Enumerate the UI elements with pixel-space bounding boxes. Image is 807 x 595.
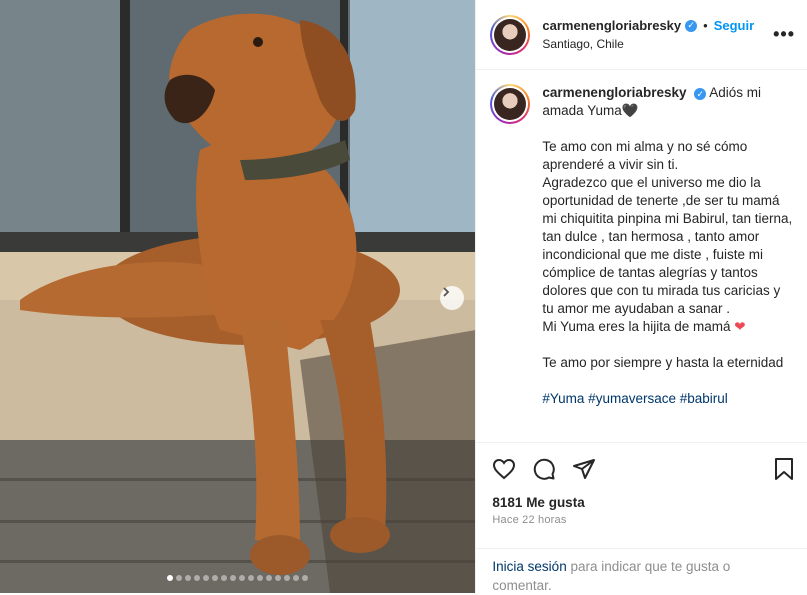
share-button[interactable] xyxy=(572,457,596,481)
username-link[interactable]: carmenengloriabresky xyxy=(542,18,681,33)
send-icon xyxy=(573,459,596,479)
separator-dot: • xyxy=(703,18,708,33)
avatar[interactable] xyxy=(490,14,531,55)
caption-avatar[interactable] xyxy=(490,84,531,124)
verified-badge-icon: ✓ xyxy=(694,88,707,100)
caption-username[interactable]: carmenengloriabresky xyxy=(542,85,686,100)
carousel-dot xyxy=(185,575,192,581)
carousel-dot xyxy=(221,575,228,581)
follow-button[interactable]: Seguir xyxy=(714,18,754,33)
like-count[interactable]: 8181 Me gusta xyxy=(476,495,807,510)
carousel-dot xyxy=(230,575,237,581)
caption-paragraph: Mi Yuma eres la hijita de mamá xyxy=(542,319,731,334)
post-photo[interactable] xyxy=(0,0,476,593)
comment-icon xyxy=(534,458,556,480)
carousel-dot xyxy=(239,575,246,581)
hashtags[interactable]: #Yuma #yumaversace #babirul xyxy=(542,390,795,408)
chevron-right-icon xyxy=(443,287,450,297)
location-link[interactable]: Santiago, Chile xyxy=(542,37,773,51)
red-heart-emoji: ❤ xyxy=(734,319,746,334)
more-options-button[interactable]: ••• xyxy=(773,24,795,45)
caption-text: carmenengloriabresky ✓ Adiós mi amada Yu… xyxy=(542,84,795,408)
avatar-image xyxy=(494,18,527,51)
carousel-dot xyxy=(194,575,201,581)
post-sidebar: carmenengloriabresky ✓ • Seguir Santiago… xyxy=(475,0,807,593)
caption-paragraph: Te amo con mi alma y no sé cómo aprender… xyxy=(542,139,748,172)
carousel-dot xyxy=(248,575,255,581)
carousel-dot xyxy=(212,575,219,581)
heart-icon xyxy=(493,458,516,480)
caption-paragraph: Te amo por siempre y hasta la eternidad xyxy=(542,355,784,370)
carousel-dot xyxy=(275,575,282,581)
save-button[interactable] xyxy=(773,457,795,481)
instagram-post: carmenengloriabresky ✓ • Seguir Santiago… xyxy=(0,0,807,593)
carousel-dot xyxy=(167,575,174,581)
carousel-dot xyxy=(293,575,300,581)
post-header: carmenengloriabresky ✓ • Seguir Santiago… xyxy=(476,0,807,70)
carousel-dot xyxy=(203,575,210,581)
carousel-indicator xyxy=(0,575,475,581)
verified-badge-icon: ✓ xyxy=(685,19,698,32)
caption-section: carmenengloriabresky ✓ Adiós mi amada Yu… xyxy=(476,70,807,443)
carousel-dot xyxy=(257,575,264,581)
dog-photo-illustration xyxy=(0,0,476,593)
carousel-next-button[interactable] xyxy=(440,286,464,310)
carousel-dot xyxy=(302,575,309,581)
caption-paragraph: Agradezco que el universo me dio la opor… xyxy=(542,175,793,316)
carousel-dot xyxy=(266,575,273,581)
carousel-dot xyxy=(284,575,291,581)
post-timestamp[interactable]: Hace 22 horas xyxy=(476,510,807,526)
avatar-image xyxy=(494,88,527,120)
login-prompt: Inicia sesión para indicar que te gusta … xyxy=(476,548,807,593)
like-button[interactable] xyxy=(492,457,516,481)
action-bar xyxy=(476,443,807,495)
carousel-dot xyxy=(176,575,183,581)
login-link[interactable]: Inicia sesión xyxy=(492,559,566,574)
comment-button[interactable] xyxy=(532,457,556,481)
bookmark-icon xyxy=(775,458,793,480)
